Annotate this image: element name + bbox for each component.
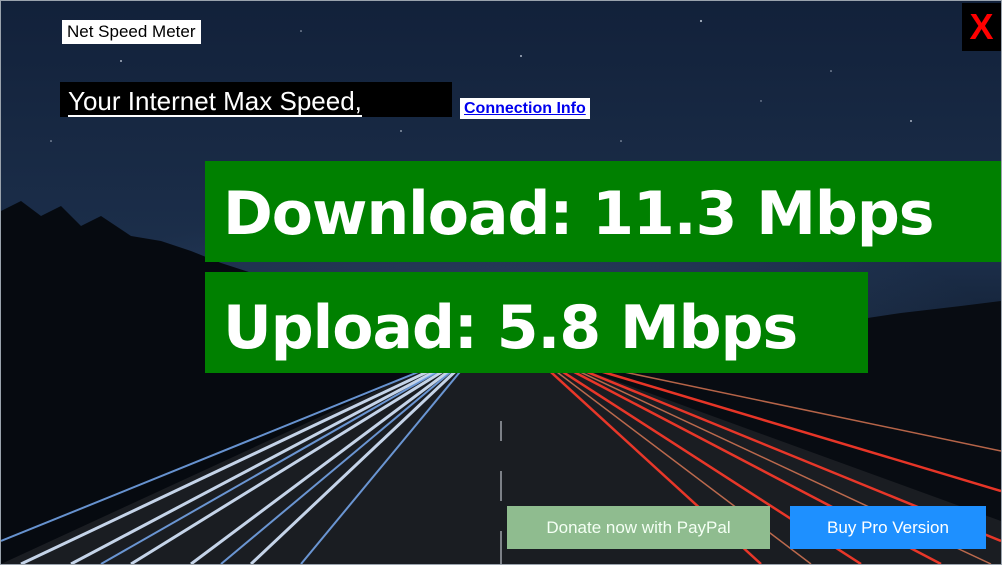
- max-speed-label: Your Internet Max Speed,: [60, 82, 452, 117]
- max-speed-label-text: Your Internet Max Speed,: [68, 86, 362, 117]
- donate-paypal-button[interactable]: Donate now with PayPal: [507, 506, 770, 549]
- download-speed-display: Download: 11.3 Mbps: [205, 161, 1001, 262]
- upload-speed-display: Upload: 5.8 Mbps: [205, 272, 868, 373]
- app-title: Net Speed Meter: [62, 20, 201, 44]
- app-window: Net Speed Meter X Your Internet Max Spee…: [0, 0, 1002, 565]
- close-button[interactable]: X: [962, 3, 1001, 51]
- connection-info-link[interactable]: Connection Info: [460, 98, 590, 119]
- buy-pro-button[interactable]: Buy Pro Version: [790, 506, 986, 549]
